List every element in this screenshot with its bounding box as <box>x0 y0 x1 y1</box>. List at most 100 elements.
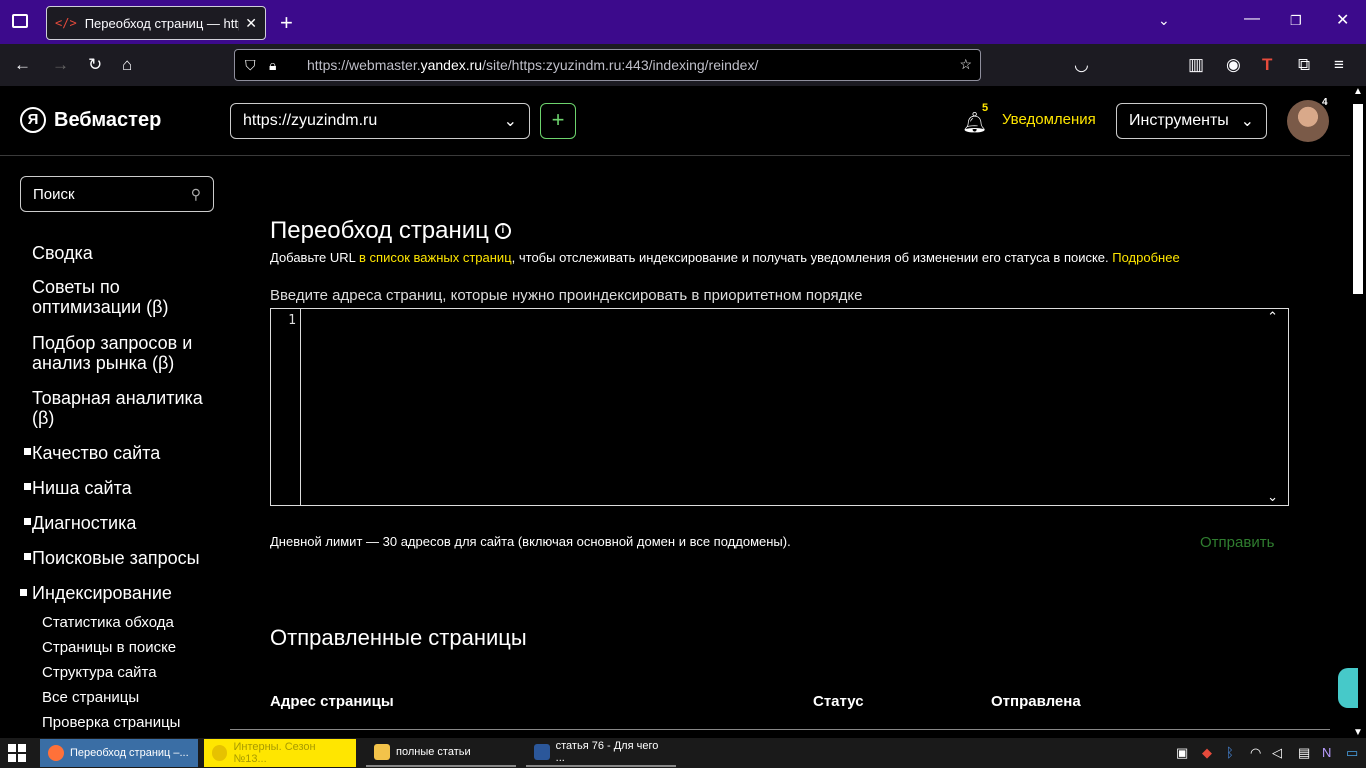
logo[interactable]: Я Вебмастер <box>20 107 161 133</box>
column-header-sent[interactable]: Отправлена <box>991 693 1081 710</box>
sidebar-subitem-crawl-stats[interactable]: Статистика обхода <box>42 614 174 631</box>
forward-icon[interactable]: → <box>52 55 69 75</box>
folder-icon <box>374 744 390 760</box>
chevron-down-icon: ⌄ <box>503 113 517 130</box>
sidebar-subitem-pages-in-search[interactable]: Страницы в поиске <box>42 639 176 656</box>
urls-field-label: Введите адреса страниц, которые нужно пр… <box>270 287 863 304</box>
extension-t-icon[interactable]: T <box>1262 55 1272 75</box>
tab-title: Переобход страниц — https:// <box>84 15 240 31</box>
sidebar-item-niche[interactable]: Ниша сайта <box>32 478 222 498</box>
column-header-address[interactable]: Адрес страницы <box>270 693 394 710</box>
sidebar-item-optimization[interactable]: Советы по оптимизации (β) <box>32 277 222 317</box>
notification-count: 5 <box>982 102 989 114</box>
browser-tab[interactable]: </> Переобход страниц — https:// ✕ <box>46 6 266 40</box>
avatar-badge: 4 <box>1322 97 1328 108</box>
play-icon <box>212 745 228 761</box>
back-icon[interactable]: ← <box>14 55 31 75</box>
sidebar-subitem-site-structure[interactable]: Структура сайта <box>42 664 157 681</box>
shield-icon[interactable]: ⛉ <box>245 57 269 74</box>
add-site-button[interactable]: + <box>540 103 576 139</box>
taskbar-label: Переобход страниц –... <box>70 747 189 759</box>
chevron-down-icon: ⌄ <box>1240 113 1254 130</box>
minimize-icon[interactable]: — <box>1244 10 1260 28</box>
tab-close-icon[interactable]: ✕ <box>245 15 257 32</box>
sent-pages-title: Отправленные страницы <box>270 625 527 650</box>
sidebar-item-search-queries[interactable]: Поисковые запросы <box>32 548 222 568</box>
firefox-icon <box>48 745 64 761</box>
sidebar-item-diagnostics[interactable]: Диагностика <box>32 513 222 533</box>
tray-app-icon[interactable]: ▣ <box>1176 745 1188 761</box>
restore-icon[interactable]: ❐ <box>1290 13 1302 29</box>
bullet-icon <box>24 448 31 455</box>
extensions-icon[interactable]: ⧉ <box>1298 55 1310 75</box>
windows-start-icon[interactable] <box>8 744 26 762</box>
main-content: Переобход страниц i Добавьте URL в списо… <box>230 157 1350 737</box>
tray-bars-icon[interactable]: ▤ <box>1298 745 1310 761</box>
sidebar-item-indexing[interactable]: Индексирование <box>32 583 222 603</box>
line-number: 1 <box>288 313 296 328</box>
tray-n-icon[interactable]: N <box>1322 745 1331 760</box>
scroll-down-icon[interactable]: ▼ <box>1353 727 1363 738</box>
url-bar[interactable]: ⛉ 🔒︎ https://webmaster.yandex.ru/site/ht… <box>234 49 981 81</box>
new-tab-icon[interactable]: + <box>280 10 293 36</box>
taskbar-label: статья 76 - Для чего ... <box>555 740 659 764</box>
taskbar-item-word[interactable]: статья 76 - Для чего ... <box>526 739 676 767</box>
home-icon[interactable]: ⌂ <box>122 55 132 75</box>
bullet-icon <box>24 518 31 525</box>
tab-list-icon[interactable] <box>12 14 28 28</box>
bluetooth-icon[interactable]: ᛒ <box>1226 745 1234 760</box>
reload-icon[interactable]: ↻ <box>88 55 102 75</box>
scrollbar-thumb[interactable] <box>1353 104 1363 294</box>
sidebar-subitem-all-pages[interactable]: Все страницы <box>42 689 139 706</box>
taskbar-label: полные статьи <box>396 746 471 758</box>
floating-widget-button[interactable] <box>1338 668 1358 708</box>
scroll-down-icon[interactable]: ⌄ <box>1267 489 1278 505</box>
lock-icon[interactable]: 🔒︎ <box>269 57 293 74</box>
reader-icon[interactable]: ▥ <box>1188 55 1204 75</box>
site-value: https://zyuzindm.ru <box>243 112 378 129</box>
menu-icon[interactable]: ≡ <box>1334 55 1344 75</box>
column-header-status[interactable]: Статус <box>813 693 864 710</box>
taskbar-item-firefox[interactable]: Переобход страниц –... <box>40 739 198 767</box>
table-divider <box>230 729 1330 730</box>
search-icon[interactable]: ⚲ <box>191 186 201 203</box>
sidebar-subitem-page-check[interactable]: Проверка страницы <box>42 714 180 731</box>
send-button[interactable]: Отправить <box>1200 534 1274 551</box>
tools-label: Инструменты <box>1129 112 1229 129</box>
more-link[interactable]: Подробнее <box>1112 250 1179 265</box>
url-text[interactable]: https://webmaster.yandex.ru/site/https:z… <box>307 57 758 73</box>
close-window-icon[interactable]: ✕ <box>1336 10 1349 30</box>
site-selector[interactable]: https://zyuzindm.ru ⌄ <box>230 103 530 139</box>
bookmark-star-icon[interactable]: ☆ <box>959 56 972 73</box>
sidebar-item-queries-market[interactable]: Подбор запросов и анализ рынка (β) <box>32 333 222 373</box>
scroll-up-icon[interactable]: ▲ <box>1353 86 1363 97</box>
taskbar-label: Интерны. Сезон №13... <box>233 741 316 765</box>
search-input[interactable]: Поиск ⚲ <box>20 176 214 212</box>
sidebar-item-quality[interactable]: Качество сайта <box>32 443 222 463</box>
browser-titlebar: </> Переобход страниц — https:// ✕ + ⌄ —… <box>0 0 1366 44</box>
info-icon[interactable]: i <box>494 223 511 239</box>
sidebar-item-summary[interactable]: Сводка <box>32 243 222 263</box>
scroll-up-icon[interactable]: ⌃ <box>1267 309 1278 325</box>
page-scrollbar[interactable]: ▲ ▼ <box>1350 86 1366 738</box>
pocket-icon[interactable]: ◡ <box>1074 55 1089 75</box>
network-icon[interactable]: ◠ <box>1250 745 1261 761</box>
account-icon[interactable]: ◉ <box>1226 55 1241 75</box>
important-pages-link[interactable]: в список важных страниц <box>355 250 512 265</box>
webmaster-header: Я Вебмастер https://zyuzindm.ru ⌄ + 🔔︎ 5… <box>0 86 1366 156</box>
notifications-link[interactable]: Уведомления <box>1002 111 1096 128</box>
taskbar-item-video[interactable]: Интерны. Сезон №13... <box>204 739 356 767</box>
tabs-dropdown-icon[interactable]: ⌄ <box>1158 12 1170 29</box>
volume-icon[interactable]: ◁ <box>1272 745 1282 761</box>
sidebar-item-product-analytics[interactable]: Товарная аналитика (β) <box>32 388 222 428</box>
word-icon <box>534 744 550 760</box>
notifications-tray-icon[interactable]: ▭ <box>1346 745 1358 761</box>
logo-text: Вебмастер <box>54 108 162 131</box>
page-title: Переобход страниц i <box>270 217 511 245</box>
urls-textarea[interactable]: 1 ⌃ ⌄ <box>270 308 1289 506</box>
bullet-icon <box>24 553 31 560</box>
tray-red-icon[interactable]: ◆ <box>1202 745 1212 761</box>
taskbar-item-folder[interactable]: полные статьи <box>366 739 516 767</box>
tools-dropdown[interactable]: Инструменты ⌄ <box>1116 103 1267 139</box>
desc-text: , чтобы отслеживать индексирование и пол… <box>511 250 1113 265</box>
